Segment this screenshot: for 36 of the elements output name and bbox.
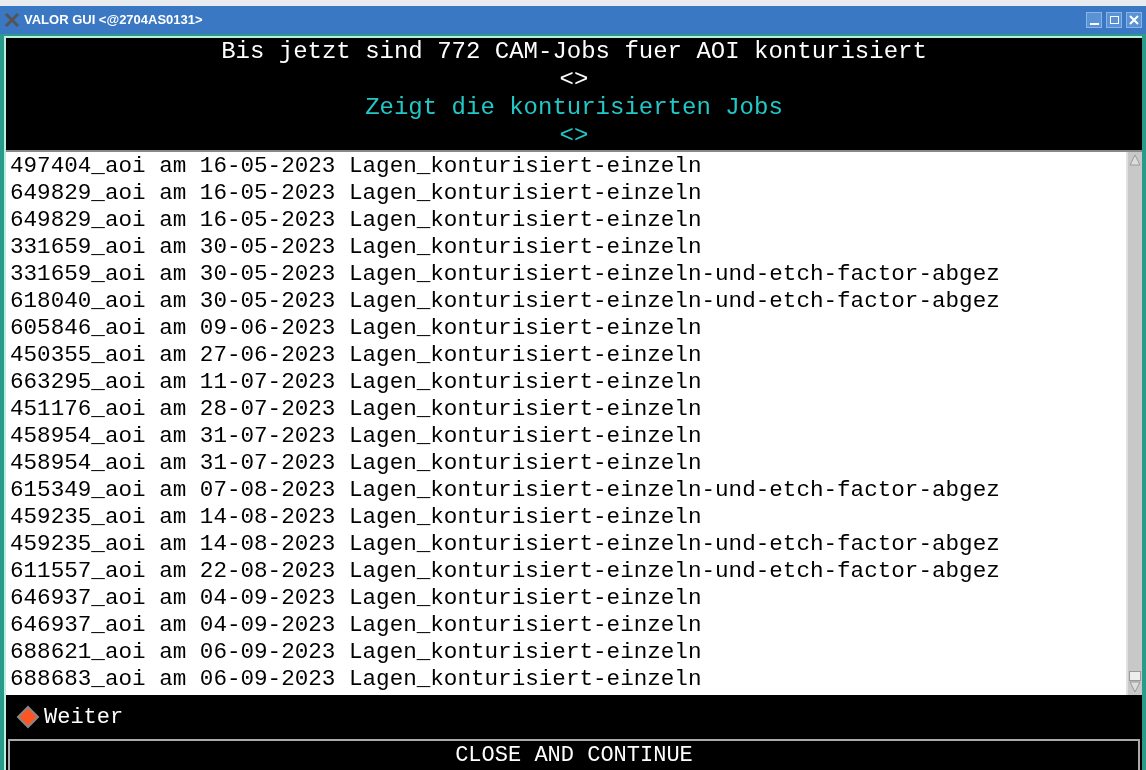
- job-list-item[interactable]: 611557_aoi am 22-08-2023 Lagen_konturisiert-einzeln-und-etch-factor-abgez: [10, 558, 1126, 585]
- job-list-item[interactable]: 458954_aoi am 31-07-2023 Lagen_konturisiert-einzeln: [10, 450, 1126, 477]
- job-list-item[interactable]: 663295_aoi am 11-07-2023 Lagen_konturisiert-einzeln: [10, 369, 1126, 396]
- job-list-item[interactable]: 688683_aoi am 06-09-2023 Lagen_konturisiert-einzeln: [10, 666, 1126, 693]
- toggle-label[interactable]: Weiter: [44, 700, 124, 734]
- job-list-item[interactable]: 646937_aoi am 04-09-2023 Lagen_konturisiert-einzeln: [10, 585, 1126, 612]
- job-list-item[interactable]: 618040_aoi am 30-05-2023 Lagen_konturisiert-einzeln-und-etch-factor-abgez: [10, 288, 1126, 315]
- job-list-item[interactable]: 688621_aoi am 06-09-2023 Lagen_konturisiert-einzeln: [10, 639, 1126, 666]
- minimize-button[interactable]: [1086, 12, 1102, 28]
- scroll-down-icon[interactable]: [1129, 681, 1141, 693]
- job-list-item[interactable]: 450355_aoi am 27-06-2023 Lagen_konturisiert-einzeln: [10, 342, 1126, 369]
- scroll-up-icon[interactable]: [1129, 154, 1141, 166]
- header-text: Bis jetzt sind 772 CAM-Jobs fuer AOI konturisiert: [221, 38, 927, 66]
- header-text: <>: [559, 66, 589, 94]
- close-button[interactable]: [1126, 12, 1142, 28]
- window-title: VALOR GUI <@2704AS0131>: [24, 11, 203, 30]
- job-list-item[interactable]: 615349_aoi am 07-08-2023 Lagen_konturisiert-einzeln-und-etch-factor-abgez: [10, 477, 1126, 504]
- job-list-item[interactable]: 331659_aoi am 30-05-2023 Lagen_konturisiert-einzeln-und-etch-factor-abgez: [10, 261, 1126, 288]
- header-text: <>: [559, 122, 589, 150]
- x-logo-icon: [4, 12, 20, 28]
- scrollbar[interactable]: [1126, 152, 1142, 695]
- job-list-item[interactable]: 458954_aoi am 31-07-2023 Lagen_konturisiert-einzeln: [10, 423, 1126, 450]
- job-list-item[interactable]: 497404_aoi am 16-05-2023 Lagen_konturisiert-einzeln: [10, 153, 1126, 180]
- job-list-item[interactable]: 451176_aoi am 28-07-2023 Lagen_konturisiert-einzeln: [10, 396, 1126, 423]
- diamond-toggle-icon[interactable]: [16, 705, 40, 729]
- job-list-item[interactable]: 459235_aoi am 14-08-2023 Lagen_konturisiert-einzeln: [10, 504, 1126, 531]
- scroll-thumb[interactable]: [1129, 671, 1141, 681]
- close-and-continue-button[interactable]: CLOSE AND CONTINUE: [8, 739, 1140, 770]
- job-list-item[interactable]: 605846_aoi am 09-06-2023 Lagen_konturisiert-einzeln: [10, 315, 1126, 342]
- job-list-item[interactable]: 459235_aoi am 14-08-2023 Lagen_konturisiert-einzeln-und-etch-factor-abgez: [10, 531, 1126, 558]
- job-list-item[interactable]: 331659_aoi am 30-05-2023 Lagen_konturisiert-einzeln: [10, 234, 1126, 261]
- maximize-button[interactable]: [1106, 12, 1122, 28]
- job-list-item[interactable]: 649829_aoi am 16-05-2023 Lagen_konturisiert-einzeln: [10, 180, 1126, 207]
- header-text: Zeigt die konturisierten Jobs: [365, 94, 783, 122]
- job-list-item[interactable]: 646937_aoi am 04-09-2023 Lagen_konturisiert-einzeln: [10, 612, 1126, 639]
- job-list-item[interactable]: 649829_aoi am 16-05-2023 Lagen_konturisiert-einzeln: [10, 207, 1126, 234]
